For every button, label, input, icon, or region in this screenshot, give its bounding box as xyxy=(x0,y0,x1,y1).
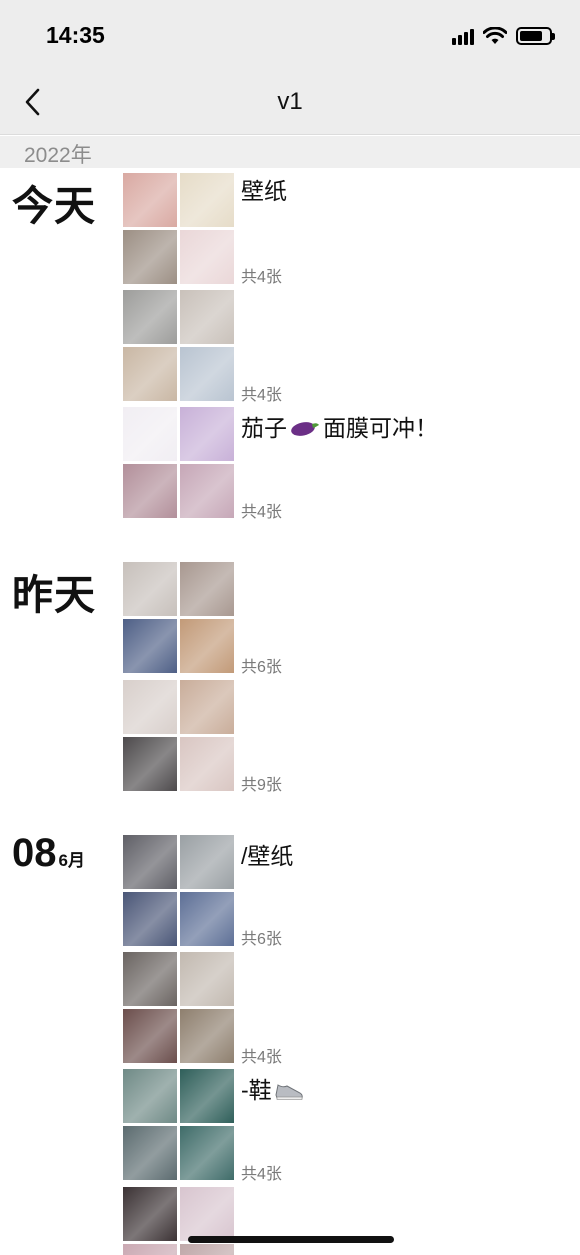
photo-thumbnail[interactable] xyxy=(123,562,177,616)
photo-thumbnail[interactable] xyxy=(123,892,177,946)
photo-thumbnail[interactable] xyxy=(123,619,177,673)
top-bar: 14:35 v1 xyxy=(0,0,580,135)
photo-thumbnail[interactable] xyxy=(180,464,234,518)
photo-thumbnail[interactable] xyxy=(123,1244,177,1255)
photo-thumbnail[interactable] xyxy=(180,1244,234,1255)
photo-thumbnail[interactable] xyxy=(123,680,177,734)
date-label-today: 今天 xyxy=(12,183,96,229)
date-label-yesterday: 昨天 xyxy=(12,572,96,618)
year-header: 2022年 xyxy=(0,136,580,168)
photo-thumbnail[interactable] xyxy=(123,1126,177,1180)
photo-thumbnail[interactable] xyxy=(180,1069,234,1123)
photo-thumbnail[interactable] xyxy=(180,737,234,791)
post-photo-count: 共4张 xyxy=(241,1166,282,1183)
post-photo-count: 共4张 xyxy=(241,504,282,521)
caption-text: -鞋 xyxy=(241,1077,272,1103)
post-caption: /壁纸 xyxy=(241,843,294,869)
post-photo-count: 共4张 xyxy=(241,269,282,286)
photo-thumbnail[interactable] xyxy=(123,230,177,284)
photo-thumbnail[interactable] xyxy=(180,892,234,946)
post-photo-count: 共9张 xyxy=(241,777,282,794)
photo-thumbnail[interactable] xyxy=(180,835,234,889)
photo-thumbnail[interactable] xyxy=(180,680,234,734)
post-caption: 茄子 面膜可冲！ xyxy=(241,409,438,443)
photo-thumbnail[interactable] xyxy=(123,347,177,401)
photo-thumbnail[interactable] xyxy=(180,952,234,1006)
date-label-jun-08: 08 6月 xyxy=(12,831,85,876)
page-title: v1 xyxy=(277,88,303,115)
photo-thumbnail[interactable] xyxy=(123,1187,177,1241)
photo-thumbnail[interactable] xyxy=(123,1009,177,1063)
photo-thumbnail[interactable] xyxy=(180,407,234,461)
date-month: 6月 xyxy=(58,851,85,870)
post-photo-count: 共6张 xyxy=(241,931,282,948)
photo-thumbnail[interactable] xyxy=(123,952,177,1006)
photo-thumbnail[interactable] xyxy=(180,1126,234,1180)
caption-text: 茄子 xyxy=(241,415,287,441)
photo-thumbnail[interactable] xyxy=(123,737,177,791)
photo-thumbnail[interactable] xyxy=(180,230,234,284)
cellular-signal-icon xyxy=(452,27,474,45)
date-day: 08 xyxy=(12,831,57,875)
photo-thumbnail[interactable] xyxy=(123,173,177,227)
photo-thumbnail[interactable] xyxy=(180,347,234,401)
post-photo-count: 共4张 xyxy=(241,387,282,404)
photo-thumbnail[interactable] xyxy=(180,1187,234,1241)
photo-thumbnail[interactable] xyxy=(123,464,177,518)
sneaker-icon xyxy=(275,1084,303,1100)
photo-thumbnail[interactable] xyxy=(123,1069,177,1123)
photo-thumbnail[interactable] xyxy=(123,835,177,889)
photo-thumbnail[interactable] xyxy=(123,290,177,344)
caption-text: 面膜可冲！ xyxy=(323,415,438,441)
post-photo-count: 共4张 xyxy=(241,1049,282,1066)
photo-thumbnail[interactable] xyxy=(180,619,234,673)
year-label: 2022年 xyxy=(24,144,92,167)
wifi-icon xyxy=(483,27,507,44)
post-caption: -鞋 xyxy=(241,1071,304,1105)
photo-thumbnail[interactable] xyxy=(180,1009,234,1063)
photo-thumbnail[interactable] xyxy=(180,290,234,344)
post-photo-count: 共6张 xyxy=(241,659,282,676)
photo-thumbnail[interactable] xyxy=(180,173,234,227)
photo-thumbnail[interactable] xyxy=(180,562,234,616)
post-caption: 壁纸 xyxy=(241,178,287,204)
status-icons xyxy=(452,26,555,46)
home-indicator xyxy=(188,1236,394,1243)
status-time: 14:35 xyxy=(46,22,105,48)
eggplant-icon xyxy=(291,422,319,436)
photo-thumbnail[interactable] xyxy=(123,407,177,461)
battery-icon xyxy=(516,27,555,45)
